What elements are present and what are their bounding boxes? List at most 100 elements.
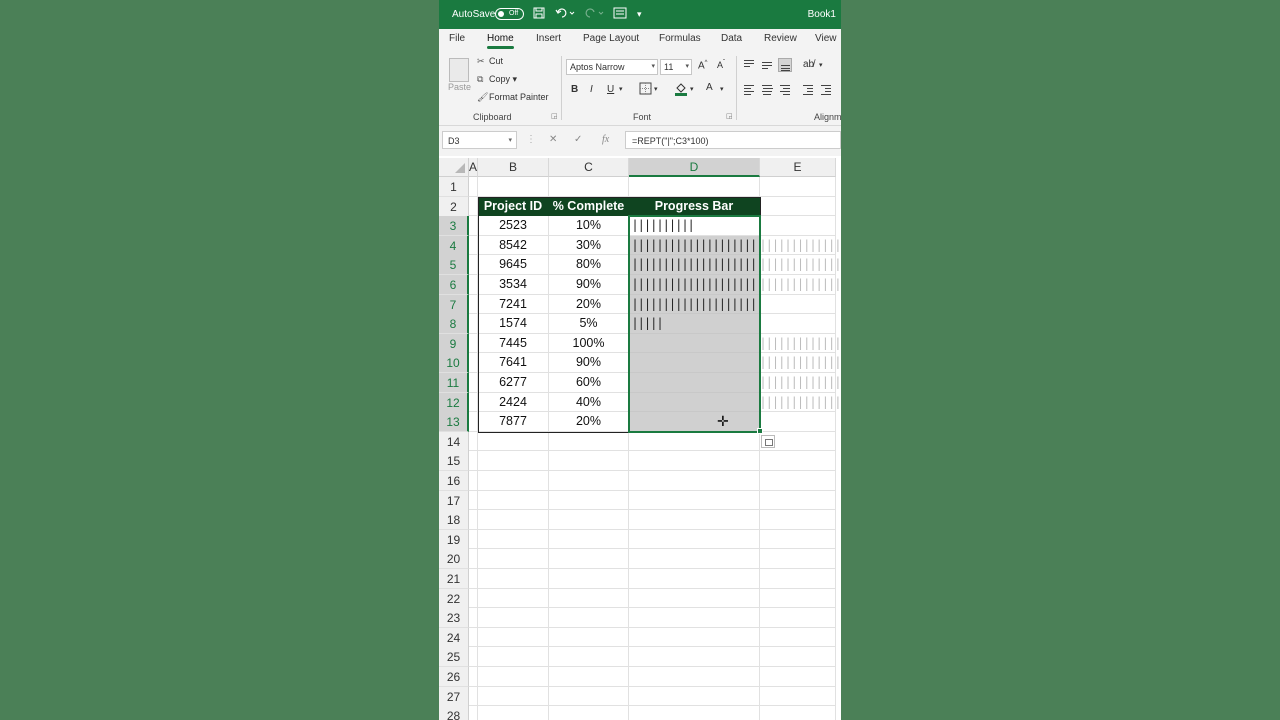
row-header-11[interactable]: 11	[439, 373, 469, 393]
cell-c9[interactable]: 100%	[549, 333, 629, 354]
cell-c28[interactable]	[549, 706, 629, 720]
cell-e3[interactable]	[760, 216, 836, 236]
align-left-icon[interactable]	[742, 83, 756, 97]
row-header-3[interactable]: 3	[439, 216, 469, 237]
cell-c19[interactable]	[549, 529, 629, 550]
formula-input[interactable]: =REPT("|";C3*100)	[625, 131, 841, 149]
cell-b10[interactable]: 7641	[478, 353, 549, 373]
cell-e2[interactable]	[760, 196, 836, 217]
tab-formulas[interactable]: Formulas	[659, 33, 701, 44]
cell-b16[interactable]	[478, 471, 549, 491]
autosave-toggle[interactable]: Off	[495, 8, 524, 20]
cell-e24[interactable]	[760, 627, 836, 648]
fill-handle[interactable]	[757, 427, 763, 434]
cell-e4[interactable]: ||||||||||||||||||||	[760, 235, 839, 256]
cell-a21[interactable]	[469, 569, 478, 589]
cell-a16[interactable]	[469, 471, 478, 491]
cell-c10[interactable]: 90%	[549, 353, 629, 373]
decrease-font-size-icon[interactable]: Aˇ	[717, 60, 725, 70]
chevron-down-icon[interactable]: ▾	[720, 85, 724, 93]
row-header-22[interactable]: 22	[439, 588, 469, 609]
tab-insert[interactable]: Insert	[536, 33, 561, 44]
chevron-down-icon[interactable]: ▾	[690, 85, 694, 93]
cell-a6[interactable]	[469, 275, 478, 295]
cell-c26[interactable]	[549, 667, 629, 687]
cell-c18[interactable]	[549, 510, 629, 530]
cell-a8[interactable]	[469, 314, 478, 334]
cell-b3[interactable]: 2523	[478, 216, 549, 236]
tab-home[interactable]: Home	[487, 33, 514, 49]
cell-b23[interactable]	[478, 608, 549, 628]
row-header-20[interactable]: 20	[439, 549, 469, 570]
cell-d26[interactable]	[629, 667, 760, 687]
cell-c21[interactable]	[549, 569, 629, 589]
cell-c2[interactable]: % Complete	[549, 196, 629, 217]
cell-e20[interactable]	[760, 549, 836, 569]
cell-b9[interactable]: 7445	[478, 333, 549, 354]
cell-a28[interactable]	[469, 706, 478, 720]
cell-a2[interactable]	[469, 196, 478, 217]
column-header-d[interactable]: D	[629, 158, 760, 177]
cell-b24[interactable]	[478, 627, 549, 648]
row-header-8[interactable]: 8	[439, 314, 469, 335]
cell-c13[interactable]: 20%	[549, 412, 629, 432]
cell-e19[interactable]	[760, 529, 836, 550]
cell-c1[interactable]	[549, 177, 629, 197]
cell-b2[interactable]: Project ID	[478, 196, 549, 217]
cell-b20[interactable]	[478, 549, 549, 569]
cell-e11[interactable]: ||||||||||||||||||||	[760, 373, 839, 393]
cell-e13[interactable]	[760, 412, 836, 432]
cell-a22[interactable]	[469, 588, 478, 609]
cell-c27[interactable]	[549, 686, 629, 707]
decrease-indent-icon[interactable]	[801, 83, 815, 97]
row-header-4[interactable]: 4	[439, 235, 469, 256]
row-header-7[interactable]: 7	[439, 294, 469, 315]
cell-d8[interactable]: |||||	[629, 314, 760, 334]
row-header-24[interactable]: 24	[439, 627, 469, 648]
cell-b1[interactable]	[478, 177, 549, 197]
copy-button[interactable]: ⧉ Copy ▾	[477, 74, 517, 85]
cell-e23[interactable]	[760, 608, 836, 628]
row-header-9[interactable]: 9	[439, 333, 469, 354]
tab-file[interactable]: File	[449, 33, 465, 44]
cell-c20[interactable]	[549, 549, 629, 569]
cell-b22[interactable]	[478, 588, 549, 609]
cell-b7[interactable]: 7241	[478, 294, 549, 315]
cell-a15[interactable]	[469, 451, 478, 471]
cell-d24[interactable]	[629, 627, 760, 648]
row-header-1[interactable]: 1	[439, 177, 469, 197]
cell-d17[interactable]	[629, 490, 760, 511]
cell-e15[interactable]	[760, 451, 836, 471]
quick-analysis-icon[interactable]	[761, 434, 775, 448]
tab-page-layout[interactable]: Page Layout	[583, 33, 639, 44]
cell-c25[interactable]	[549, 647, 629, 667]
cell-d14[interactable]	[629, 431, 760, 452]
enter-icon[interactable]: ✓	[574, 134, 582, 145]
cell-c14[interactable]	[549, 431, 629, 452]
bold-button[interactable]: B	[571, 84, 578, 95]
cell-a17[interactable]	[469, 490, 478, 511]
row-header-26[interactable]: 26	[439, 667, 469, 687]
row-header-23[interactable]: 23	[439, 608, 469, 629]
cell-d25[interactable]	[629, 647, 760, 667]
cell-c16[interactable]	[549, 471, 629, 491]
row-header-18[interactable]: 18	[439, 510, 469, 531]
cell-c7[interactable]: 20%	[549, 294, 629, 315]
customize-qat-icon[interactable]: ▾	[637, 9, 642, 20]
cell-c12[interactable]: 40%	[549, 392, 629, 413]
cell-e22[interactable]	[760, 588, 836, 609]
cell-a14[interactable]	[469, 431, 478, 452]
cell-d21[interactable]	[629, 569, 760, 589]
row-header-19[interactable]: 19	[439, 529, 469, 550]
cell-e26[interactable]	[760, 667, 836, 687]
cell-d7[interactable]: ||||||||||||||||||||	[629, 294, 760, 315]
cell-a20[interactable]	[469, 549, 478, 569]
cell-e17[interactable]	[760, 490, 836, 511]
orientation-icon[interactable]: ab̸	[803, 59, 814, 70]
cell-d9[interactable]	[629, 333, 760, 354]
cell-d12[interactable]	[629, 392, 760, 413]
cell-e10[interactable]: ||||||||||||||||||||	[760, 353, 839, 373]
font-name-select[interactable]: Aptos Narrow ▾	[566, 59, 658, 75]
fill-color-icon[interactable]	[674, 81, 688, 99]
cell-b15[interactable]	[478, 451, 549, 471]
